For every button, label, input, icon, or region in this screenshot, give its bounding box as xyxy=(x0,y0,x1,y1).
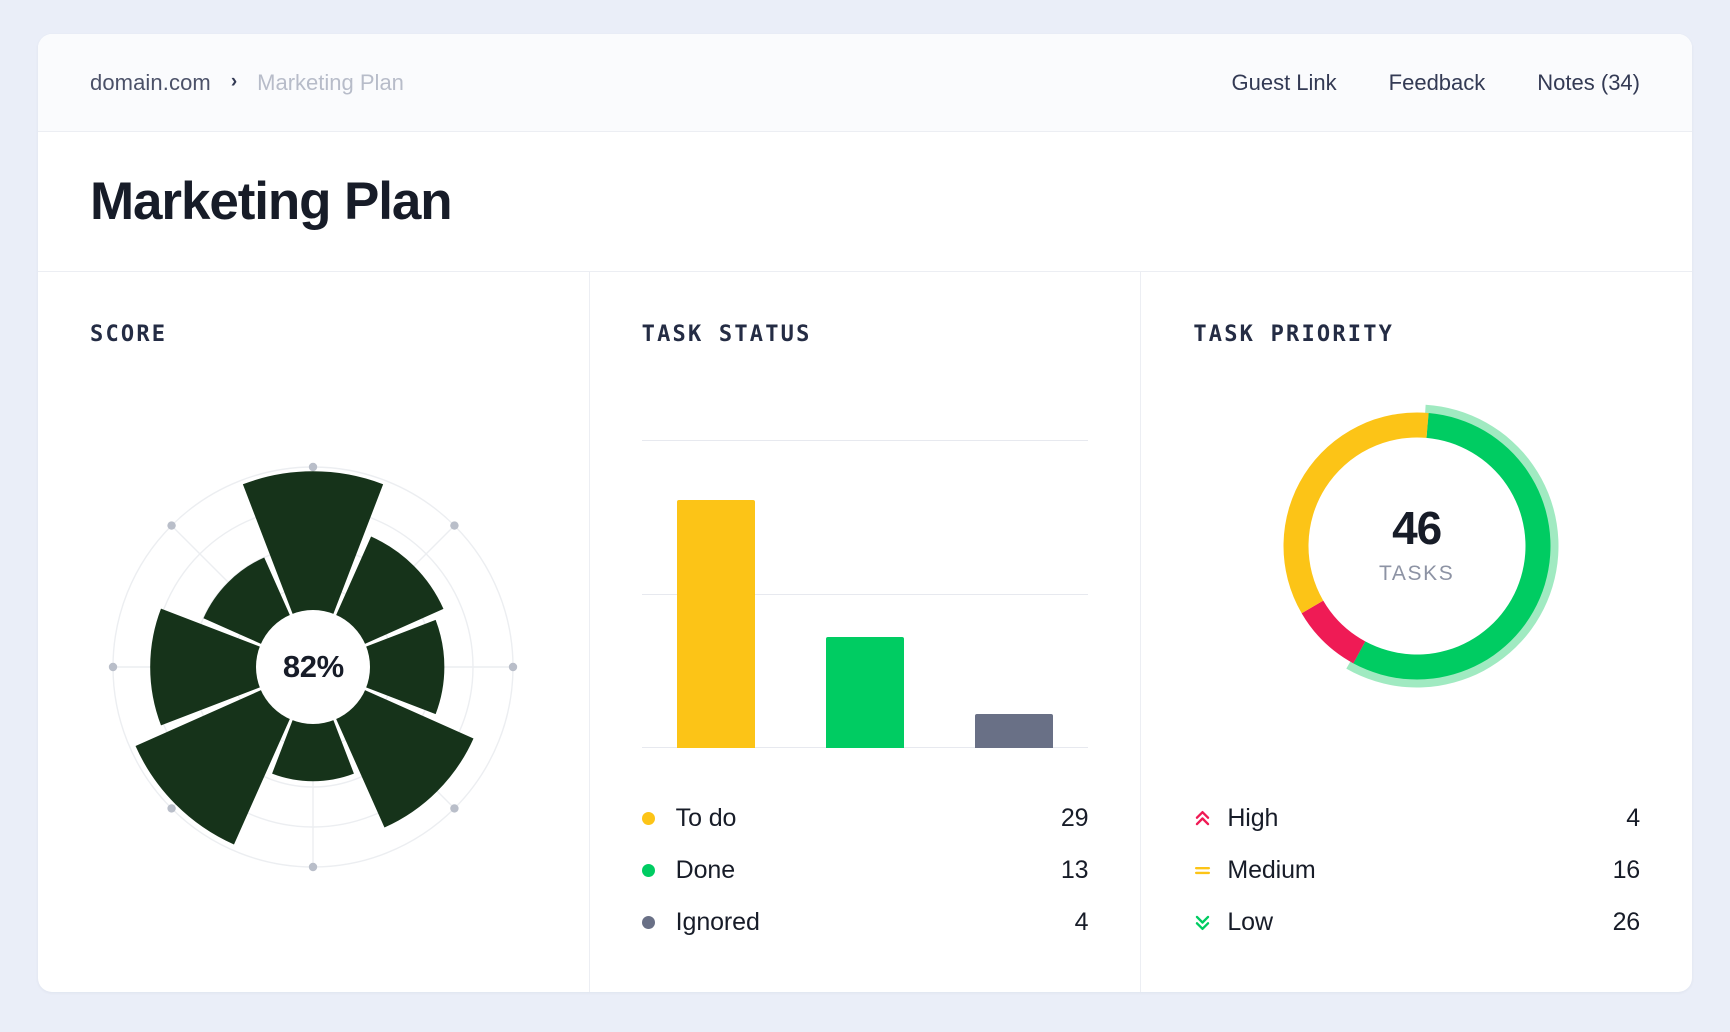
page-title: Marketing Plan xyxy=(90,171,452,232)
donut-arc-high[interactable] xyxy=(1301,600,1365,663)
page-background: domain.com › Marketing Plan Guest Link F… xyxy=(0,0,1730,1032)
status-dot-icon xyxy=(642,864,655,877)
nav-feedback[interactable]: Feedback xyxy=(1389,70,1486,96)
legend-row-high[interactable]: High 4 xyxy=(1193,792,1640,844)
legend-value-high: 4 xyxy=(1626,804,1640,833)
score-rose-chart: 82% xyxy=(93,447,533,887)
status-dot-icon xyxy=(642,812,655,825)
bar-slot xyxy=(791,440,940,748)
donut-arcs xyxy=(1283,412,1550,679)
legend-dot-done-wrap xyxy=(642,864,676,877)
legend-label-low: Low xyxy=(1227,908,1273,937)
title-row: Marketing Plan xyxy=(38,132,1692,272)
dashboard-card: domain.com › Marketing Plan Guest Link F… xyxy=(38,34,1692,992)
bar-done[interactable] xyxy=(826,637,904,748)
chevron-right-icon: › xyxy=(231,72,237,91)
breadcrumb-current: Marketing Plan xyxy=(257,70,404,96)
legend-row-done[interactable]: Done 13 xyxy=(642,844,1089,896)
chevron-double-up-icon xyxy=(1193,809,1212,828)
task-status-legend: To do 29 Done 13 xyxy=(642,792,1089,948)
priority-low-icon-wrap xyxy=(1193,913,1227,932)
score-rose-svg xyxy=(93,447,533,887)
legend-value-todo: 29 xyxy=(1061,804,1088,833)
legend-row-low[interactable]: Low 26 xyxy=(1193,896,1640,948)
legend-row-medium[interactable]: Medium 16 xyxy=(1193,844,1640,896)
task-priority-donut: 46 TASKS xyxy=(1267,396,1567,696)
legend-dot-todo-wrap xyxy=(642,812,676,825)
legend-label-high: High xyxy=(1227,804,1278,833)
panel-task-priority: TASK PRIORITY 46 TASKS xyxy=(1140,272,1692,992)
equals-icon xyxy=(1193,861,1212,880)
top-bar: domain.com › Marketing Plan Guest Link F… xyxy=(38,34,1692,132)
bar-to-do[interactable] xyxy=(677,500,755,748)
panel-task-priority-title: TASK PRIORITY xyxy=(1193,322,1640,347)
legend-value-ignored: 4 xyxy=(1075,908,1089,937)
legend-label-medium: Medium xyxy=(1227,856,1315,885)
nav-notes[interactable]: Notes (34) xyxy=(1537,70,1640,96)
bar-plot-area xyxy=(642,440,1089,748)
panels-container: SCORE 82% TASK ST xyxy=(38,272,1692,992)
legend-label-todo: To do xyxy=(676,804,737,833)
bar-ignored[interactable] xyxy=(975,714,1053,748)
legend-value-low: 26 xyxy=(1613,908,1640,937)
panel-task-status: TASK STATUS xyxy=(589,272,1141,992)
panel-task-status-body: To do 29 Done 13 xyxy=(642,347,1089,992)
status-dot-icon xyxy=(642,916,655,929)
legend-label-ignored: Ignored xyxy=(676,908,760,937)
bar-group xyxy=(642,440,1089,748)
panel-task-priority-body: 46 TASKS xyxy=(1193,347,1640,992)
donut-arc-medium[interactable] xyxy=(1283,412,1428,613)
legend-row-ignored[interactable]: Ignored 4 xyxy=(642,896,1089,948)
panel-score-body: 82% xyxy=(90,347,537,992)
task-status-chart xyxy=(642,440,1089,748)
legend-label-done: Done xyxy=(676,856,735,885)
panel-score-title: SCORE xyxy=(90,322,537,347)
rose-center-hole xyxy=(256,610,370,724)
legend-value-done: 13 xyxy=(1061,856,1088,885)
priority-high-icon-wrap xyxy=(1193,809,1227,828)
bar-slot xyxy=(642,440,791,748)
legend-dot-ignored-wrap xyxy=(642,916,676,929)
legend-value-medium: 16 xyxy=(1613,856,1640,885)
nav-guest-link[interactable]: Guest Link xyxy=(1231,70,1336,96)
panel-score: SCORE 82% xyxy=(38,272,589,992)
breadcrumb: domain.com › Marketing Plan xyxy=(90,70,404,96)
task-priority-donut-svg xyxy=(1267,396,1567,696)
bar-slot xyxy=(939,440,1088,748)
task-priority-legend: High 4 Medium xyxy=(1193,792,1640,948)
priority-medium-icon-wrap xyxy=(1193,861,1227,880)
top-nav: Guest Link Feedback Notes (34) xyxy=(1231,70,1640,96)
chevron-double-down-icon xyxy=(1193,913,1212,932)
legend-row-todo[interactable]: To do 29 xyxy=(642,792,1089,844)
panel-task-status-title: TASK STATUS xyxy=(642,322,1089,347)
breadcrumb-root-link[interactable]: domain.com xyxy=(90,70,211,96)
